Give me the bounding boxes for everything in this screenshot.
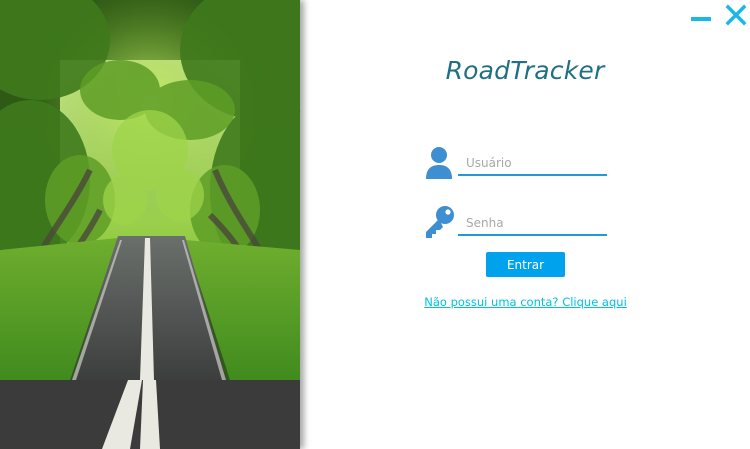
key-icon [423,205,455,243]
user-icon [425,146,453,184]
close-button[interactable] [725,4,747,26]
minimize-icon [691,17,711,21]
minimize-button[interactable] [690,4,712,26]
side-photo [0,0,300,449]
login-button[interactable]: Entrar [486,252,565,277]
username-field[interactable] [458,152,607,176]
password-underline [458,234,607,236]
app-title: RoadTracker [445,56,605,85]
signup-link[interactable]: Não possui uma conta? Clique aqui [400,295,651,309]
password-field[interactable] [458,212,607,236]
close-icon [725,4,747,26]
password-input[interactable] [458,212,607,234]
username-input[interactable] [458,152,607,174]
tree-lined-road-photo [0,0,300,449]
username-underline [458,174,607,176]
